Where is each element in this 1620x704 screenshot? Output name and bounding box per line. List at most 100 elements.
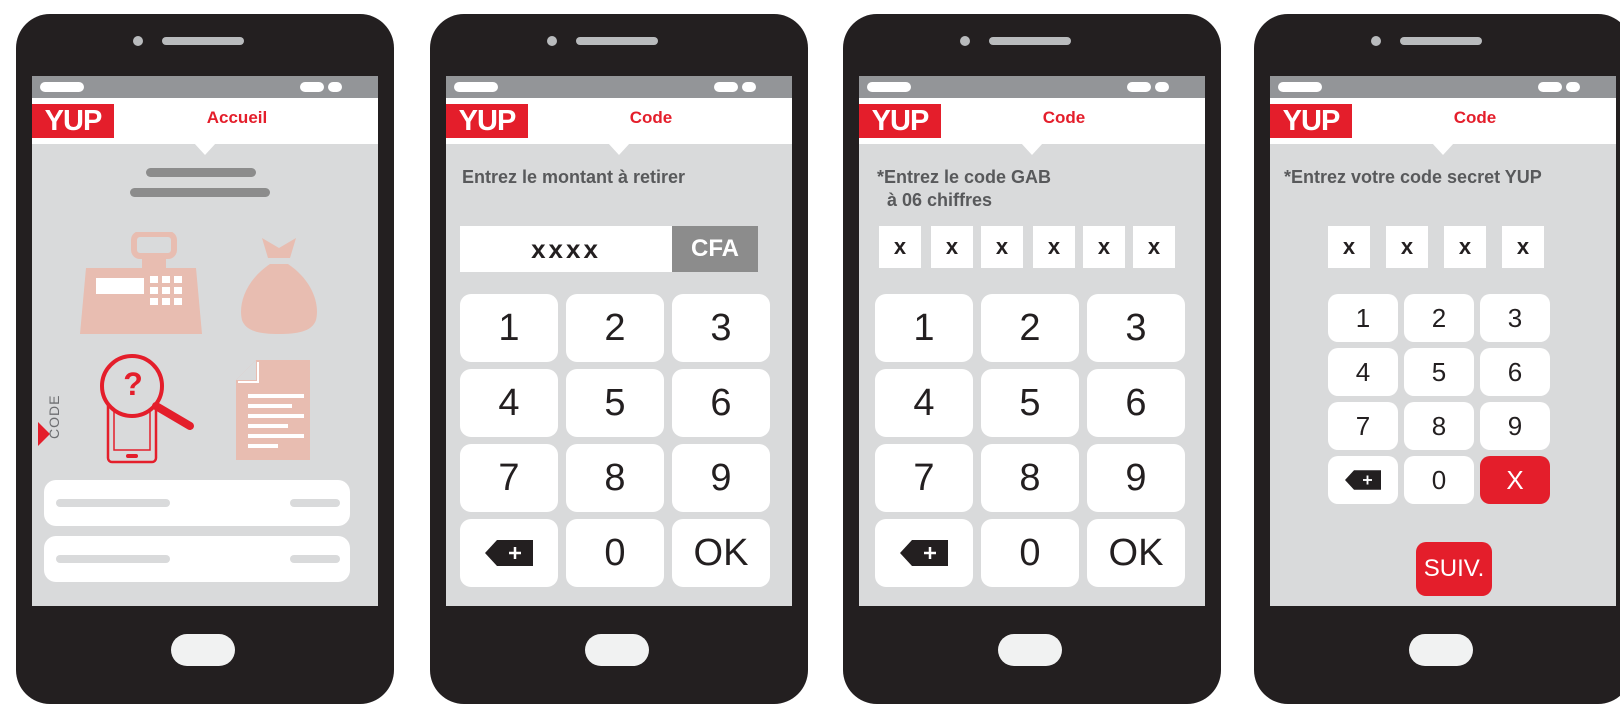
home-hardware-button[interactable]	[998, 634, 1062, 666]
status-bar	[32, 76, 378, 98]
phone-home: YUP Accueil ? CODE	[16, 14, 394, 704]
amount-prompt: Entrez le montant à retirer	[462, 167, 686, 187]
code-digit-4[interactable]: x	[1033, 226, 1075, 268]
heading-placeholder-1	[146, 168, 256, 177]
key-3[interactable]: 3	[672, 294, 770, 362]
key-9[interactable]: 9	[672, 444, 770, 512]
app-bar: YUP Code	[446, 98, 792, 144]
key-2[interactable]: 2	[981, 294, 1079, 362]
secret-digit-2[interactable]: x	[1386, 226, 1428, 268]
code-digit-5[interactable]: x	[1083, 226, 1125, 268]
key-5[interactable]: 5	[1404, 348, 1474, 396]
status-pill-left	[40, 82, 84, 92]
key-2[interactable]: 2	[566, 294, 664, 362]
status-pill-right-b	[328, 82, 342, 92]
backspace-icon	[1345, 470, 1381, 490]
amount-content: Entrez le montant à retirer xxxx CFA 1 2…	[446, 143, 792, 606]
secret-code-prompt: *Entrez votre code secret YUP	[1284, 167, 1542, 187]
page-title: Code	[1042, 108, 1086, 127]
key-1[interactable]: 1	[875, 294, 973, 362]
money-bag-icon[interactable]	[238, 234, 320, 336]
code-digit-2[interactable]: x	[931, 226, 973, 268]
key-8[interactable]: 8	[981, 444, 1079, 512]
page-title: Code	[1453, 108, 1497, 127]
status-pill-right-a	[300, 82, 324, 92]
key-6[interactable]: 6	[1480, 348, 1550, 396]
next-button[interactable]: SUIV.	[1416, 542, 1492, 596]
cancel-key[interactable]: X	[1480, 456, 1550, 504]
key-6[interactable]: 6	[672, 369, 770, 437]
card-2-text-placeholder	[56, 555, 170, 563]
key-7[interactable]: 7	[875, 444, 973, 512]
key-4[interactable]: 4	[1328, 348, 1398, 396]
help-question-mark: ?	[123, 366, 143, 402]
ok-key[interactable]: OK	[1087, 519, 1185, 587]
key-1[interactable]: 1	[1328, 294, 1398, 342]
phone-help-search-icon[interactable]	[98, 354, 202, 466]
home-hardware-button[interactable]	[585, 634, 649, 666]
status-pill-left	[1278, 82, 1322, 92]
yup-logo: YUP	[859, 104, 941, 138]
key-3[interactable]: 3	[1480, 294, 1550, 342]
secret-digit-4[interactable]: x	[1502, 226, 1544, 268]
secret-digit-1[interactable]: x	[1328, 226, 1370, 268]
camera-dot	[133, 36, 143, 46]
code-digit-1[interactable]: x	[879, 226, 921, 268]
key-0[interactable]: 0	[1404, 456, 1474, 504]
key-6[interactable]: 6	[1087, 369, 1185, 437]
key-0[interactable]: 0	[566, 519, 664, 587]
key-3[interactable]: 3	[1087, 294, 1185, 362]
key-4[interactable]: 4	[460, 369, 558, 437]
secret-code-content: *Entrez votre code secret YUP x x x x 1 …	[1270, 143, 1616, 606]
yup-logo: YUP	[32, 104, 114, 138]
status-pill-right-a	[1127, 82, 1151, 92]
status-bar	[446, 76, 792, 98]
side-tab-label[interactable]: CODE	[46, 395, 62, 439]
code-digit-3[interactable]: x	[981, 226, 1023, 268]
backspace-key[interactable]	[1328, 456, 1398, 504]
screen-gab-code: YUP Code *Entrez le code GAB à 06 chiffr…	[859, 76, 1205, 606]
key-7[interactable]: 7	[460, 444, 558, 512]
status-pill-right-a	[714, 82, 738, 92]
speaker	[1400, 37, 1482, 45]
home-hardware-button[interactable]	[1409, 634, 1473, 666]
ok-key[interactable]: OK	[672, 519, 770, 587]
secret-digit-3[interactable]: x	[1444, 226, 1486, 268]
key-5[interactable]: 5	[566, 369, 664, 437]
code-digit-6[interactable]: x	[1133, 226, 1175, 268]
currency-label: CFA	[672, 226, 758, 272]
tab-notch	[1021, 143, 1043, 155]
camera-dot	[1371, 36, 1381, 46]
home-hardware-button[interactable]	[171, 634, 235, 666]
camera-dot	[547, 36, 557, 46]
key-7[interactable]: 7	[1328, 402, 1398, 450]
app-bar: YUP Accueil	[32, 98, 378, 144]
document-icon[interactable]	[234, 358, 314, 462]
key-1[interactable]: 1	[460, 294, 558, 362]
phone-amount: YUP Code Entrez le montant à retirer xxx…	[430, 14, 808, 704]
screen-secret-code: YUP Code *Entrez votre code secret YUP x…	[1270, 76, 1616, 606]
speaker	[576, 37, 658, 45]
key-8[interactable]: 8	[566, 444, 664, 512]
menu-card-1[interactable]	[44, 480, 350, 526]
gab-code-prompt: *Entrez le code GAB à 06 chiffres	[877, 167, 1052, 210]
cash-register-icon[interactable]	[80, 232, 204, 336]
key-9[interactable]: 9	[1087, 444, 1185, 512]
key-5[interactable]: 5	[981, 369, 1079, 437]
backspace-key[interactable]	[460, 519, 558, 587]
key-0[interactable]: 0	[981, 519, 1079, 587]
backspace-key[interactable]	[875, 519, 973, 587]
camera-dot	[960, 36, 970, 46]
card-2-value-placeholder	[290, 555, 340, 563]
key-9[interactable]: 9	[1480, 402, 1550, 450]
amount-input[interactable]: xxxx	[460, 226, 672, 272]
key-4[interactable]: 4	[875, 369, 973, 437]
phone-gab-code: YUP Code *Entrez le code GAB à 06 chiffr…	[843, 14, 1221, 704]
key-2[interactable]: 2	[1404, 294, 1474, 342]
status-pill-right-b	[1566, 82, 1580, 92]
menu-card-2[interactable]	[44, 536, 350, 582]
page-title: Accueil	[206, 108, 268, 127]
key-8[interactable]: 8	[1404, 402, 1474, 450]
status-pill-right-b	[742, 82, 756, 92]
status-pill-left	[454, 82, 498, 92]
